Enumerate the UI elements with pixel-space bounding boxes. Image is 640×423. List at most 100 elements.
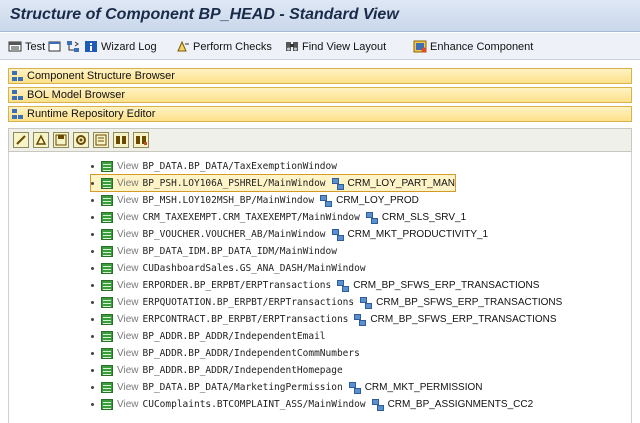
tree-row[interactable]: View BP_MSH.LOY102MSH_BP/MainWindow CRM_… [91,192,419,208]
runtime-repository-label: Runtime Repository Editor [27,108,156,120]
bullet-icon [91,300,94,304]
find-next-button[interactable] [133,132,149,148]
edit-pencil-button[interactable] [13,132,29,148]
row-type: View [117,279,139,291]
tree-row[interactable]: View BP_ADDR.BP_ADDR/IndependentEmail [91,328,326,344]
row-type: View [117,160,139,172]
view-icon [101,262,113,274]
view-icon [101,177,113,189]
test-label: Test [25,40,46,53]
save-button[interactable] [53,132,69,148]
enhance-component-label: Enhance Component [430,40,534,53]
layout-toggle-button[interactable] [48,38,62,55]
row-name: ERPCONTRACT.BP_ERPBT/ERPTransactions [142,313,349,325]
bullet-icon [91,283,94,287]
tree-row[interactable]: View ERPQUOTATION.BP_ERPBT/ERPTransactio… [91,294,562,310]
view-icon [101,313,113,325]
perform-checks-button[interactable]: Perform Checks [176,38,272,55]
row-component: CRM_BP_SFWS_ERP_TRANSACTIONS [353,279,540,291]
bullet-icon [91,351,94,355]
bullet-icon [91,317,94,321]
tree-row[interactable]: View CUDashboardSales.GS_ANA_DASH/MainWi… [91,260,366,276]
bullet-icon [91,215,94,219]
enhance-component-button[interactable]: Enhance Component [413,38,533,55]
view-icon [101,347,113,359]
row-type: View [117,177,139,189]
title-bar: Structure of Component BP_HEAD - Standar… [0,0,640,32]
tree-row[interactable]: View BP_DATA_IDM.BP_DATA_IDM/MainWindow [91,243,337,259]
bullet-icon [91,385,94,389]
row-type: View [117,381,139,393]
component-icon [365,211,378,224]
tree-row[interactable]: View CUComplaints.BTCOMPLAINT_ASS/MainWi… [91,396,533,412]
bullet-icon [91,198,94,202]
tree-row[interactable]: View BP_DATA.BP_DATA/TaxExemptionWindow [91,158,337,174]
bullet-icon [91,334,94,338]
binoculars-icon [285,40,299,53]
bullet-icon [91,249,94,253]
row-name: BP_DATA.BP_DATA/MarketingPermission [142,381,343,393]
tree-row-selected[interactable]: View BP_PSH.LOY106A_PSHREL/MainWindow CR… [90,174,456,192]
row-name: BP_PSH.LOY106A_PSHREL/MainWindow [142,177,326,189]
runtime-repository-editor-bar[interactable]: Runtime Repository Editor [8,106,632,122]
tree-row[interactable]: View CRM_TAXEXEMPT.CRM_TAXEXEMPT/MainWin… [91,209,466,225]
row-name: BP_DATA.BP_DATA/TaxExemptionWindow [142,160,337,172]
tree-row[interactable]: View ERPORDER.BP_ERPBT/ERPTransactions C… [91,277,539,293]
view-icon [101,330,113,342]
wizard-log-button[interactable]: Wizard Log [84,38,157,55]
find-view-layout-label: Find View Layout [302,40,387,53]
component-icon [360,296,373,309]
component-structure-browser-bar[interactable]: Component Structure Browser [8,68,632,84]
component-icon [320,194,333,207]
tree-row[interactable]: View BP_DATA.BP_DATA/MarketingPermission… [91,379,482,395]
row-component: CRM_LOY_PART_MAN [347,177,455,189]
save-icon [55,134,67,146]
view-icon [101,160,113,172]
row-name: BP_ADDR.BP_ADDR/IndependentHomepage [142,364,343,376]
view-icon [101,194,113,206]
structure-tree-icon [12,89,24,101]
row-component: CRM_MKT_PRODUCTIVITY_1 [347,228,489,240]
row-component: CRM_BP_SFWS_ERP_TRANSACTIONS [376,296,563,308]
bol-model-browser-bar[interactable]: BOL Model Browser [8,87,632,103]
tree-row[interactable]: View BP_ADDR.BP_ADDR/IndependentCommNumb… [91,345,360,361]
pencil-icon [16,135,26,145]
view-icon [101,381,113,393]
perform-checks-label: Perform Checks [193,40,272,53]
binoculars-icon [116,136,126,144]
tree-row[interactable]: View BP_ADDR.BP_ADDR/IndependentHomepage [91,362,343,378]
component-icon [337,279,350,292]
row-component: CRM_LOY_PROD [336,194,419,206]
structure-tree-icon [12,108,24,120]
tree-row[interactable]: View BP_VOUCHER.VOUCHER_AB/MainWindow CR… [91,226,488,242]
tree-row[interactable]: View ERPCONTRACT.BP_ERPBT/ERPTransaction… [91,311,557,327]
row-name: BP_MSH.LOY102MSH_BP/MainWindow [142,194,315,206]
display-change-icon [35,134,47,145]
component-icon [331,177,344,190]
bol-model-label: BOL Model Browser [27,89,126,101]
bullet-icon [91,181,94,185]
editor-toolbar [8,128,632,152]
view-icon [101,296,113,308]
row-component: CRM_SLS_SRV_1 [381,211,467,223]
view-icon [101,228,113,240]
details-button[interactable] [93,132,109,148]
gear-icon [76,135,86,145]
find-button[interactable] [113,132,129,148]
row-component: CRM_BP_ASSIGNMENTS_CC2 [387,398,534,410]
row-component: CRM_BP_SFWS_ERP_TRANSACTIONS [370,313,557,325]
row-type: View [117,347,139,359]
details-icon [95,134,107,146]
view-icon [101,245,113,257]
row-type: View [117,211,139,223]
component-icon [331,228,344,241]
test-icon [8,40,22,53]
test-button[interactable]: Test [8,38,45,55]
component-icon [354,313,367,326]
settings-button[interactable] [73,132,89,148]
display-change-button[interactable] [33,132,49,148]
navigate-button[interactable] [66,38,80,55]
application-toolbar: Test Wizard Log Perform Checks Find View… [0,33,640,60]
window-icon [48,40,62,53]
find-view-layout-button[interactable]: Find View Layout [285,38,386,55]
